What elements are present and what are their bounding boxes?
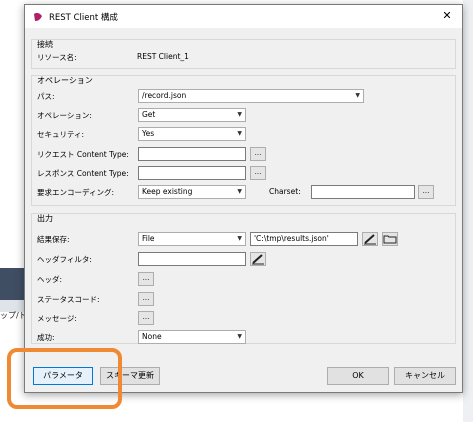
success-value: None — [142, 332, 162, 341]
success-label: 成功: — [37, 333, 55, 342]
ok-button[interactable]: OK — [327, 367, 389, 385]
save-result-value: File — [142, 234, 155, 243]
pencil-icon — [252, 254, 264, 265]
security-select[interactable]: Yes ▼ — [138, 127, 246, 141]
request-encoding-value: Keep existing — [142, 187, 193, 196]
save-result-select[interactable]: File ▼ — [138, 232, 246, 246]
chevron-down-icon: ▼ — [237, 188, 242, 195]
dialog-titlebar: REST Client 構成 ✕ — [25, 5, 462, 28]
header-filter-input[interactable] — [138, 252, 246, 266]
path-combobox[interactable]: /record.json ▼ — [138, 89, 364, 103]
status-code-label: ステータスコード: — [37, 295, 100, 304]
app-icon — [34, 12, 42, 21]
charset-input[interactable] — [311, 185, 415, 199]
chevron-down-icon: ▼ — [355, 92, 360, 99]
save-path-input[interactable]: 'C:\tmp\results.json' — [250, 232, 358, 246]
cancel-button[interactable]: キャンセル — [394, 367, 456, 385]
save-result-label: 結果保存: — [37, 235, 70, 244]
resource-name-value: REST Client_1 — [137, 52, 189, 61]
operation-select[interactable]: Get ▼ — [138, 108, 246, 122]
path-value: /record.json — [142, 91, 187, 100]
output-header: 出力 — [37, 214, 53, 223]
security-value: Yes — [142, 129, 155, 138]
header-filter-label: ヘッダフィルタ: — [37, 255, 92, 264]
operation-header: オペレーション — [37, 76, 93, 85]
request-content-type-label: リクエスト Content Type: — [37, 150, 129, 159]
resource-name-label: リソース名: — [37, 53, 77, 62]
browse-folder-button[interactable] — [382, 232, 398, 246]
header-label: ヘッダ: — [37, 275, 63, 284]
request-encoding-label: 要求エンコーディング: — [37, 188, 115, 197]
security-label: セキュリティ: — [37, 130, 85, 139]
message-label: メッセージ: — [37, 314, 77, 323]
background-side-panel — [463, 0, 473, 422]
chevron-down-icon: ▼ — [237, 333, 242, 340]
operation-label: オペレーション: — [37, 111, 92, 120]
connection-section: 接続 リソース名: REST Client_1 — [31, 39, 456, 69]
status-code-browse-button[interactable]: ... — [138, 292, 154, 306]
parameters-highlight-annotation — [7, 348, 122, 409]
charset-label: Charset: — [269, 187, 301, 196]
charset-browse-button[interactable]: ... — [418, 185, 434, 199]
operation-section: オペレーション パス: /record.json ▼ オペレーション: Get … — [31, 75, 456, 206]
chevron-down-icon: ▼ — [237, 111, 242, 118]
message-browse-button[interactable]: ... — [138, 311, 154, 325]
chevron-down-icon: ▼ — [237, 130, 242, 137]
dialog-title: REST Client 構成 — [49, 12, 118, 23]
folder-icon — [383, 235, 397, 244]
path-label: パス: — [37, 92, 55, 101]
rest-client-config-dialog: REST Client 構成 ✕ 接続 リソース名: REST Client_1… — [24, 4, 463, 393]
response-content-type-input[interactable] — [138, 166, 246, 180]
request-content-type-input[interactable] — [138, 147, 246, 161]
response-content-type-browse-button[interactable]: ... — [250, 166, 266, 180]
operation-value: Get — [142, 110, 156, 119]
chevron-down-icon: ▼ — [237, 235, 242, 242]
header-browse-button[interactable]: ... — [138, 272, 154, 286]
pencil-icon — [364, 234, 376, 245]
request-content-type-browse-button[interactable]: ... — [250, 147, 266, 161]
edit-header-filter-button[interactable] — [250, 252, 266, 266]
request-encoding-select[interactable]: Keep existing ▼ — [138, 185, 246, 199]
connection-header: 接続 — [37, 40, 53, 49]
success-select[interactable]: None ▼ — [138, 330, 246, 344]
close-icon[interactable]: ✕ — [438, 7, 456, 25]
response-content-type-label: レスポンス Content Type: — [37, 169, 129, 178]
edit-path-button[interactable] — [362, 232, 378, 246]
output-section: 出力 結果保存: File ▼ 'C:\tmp\results.json' ヘッ… — [31, 213, 456, 344]
